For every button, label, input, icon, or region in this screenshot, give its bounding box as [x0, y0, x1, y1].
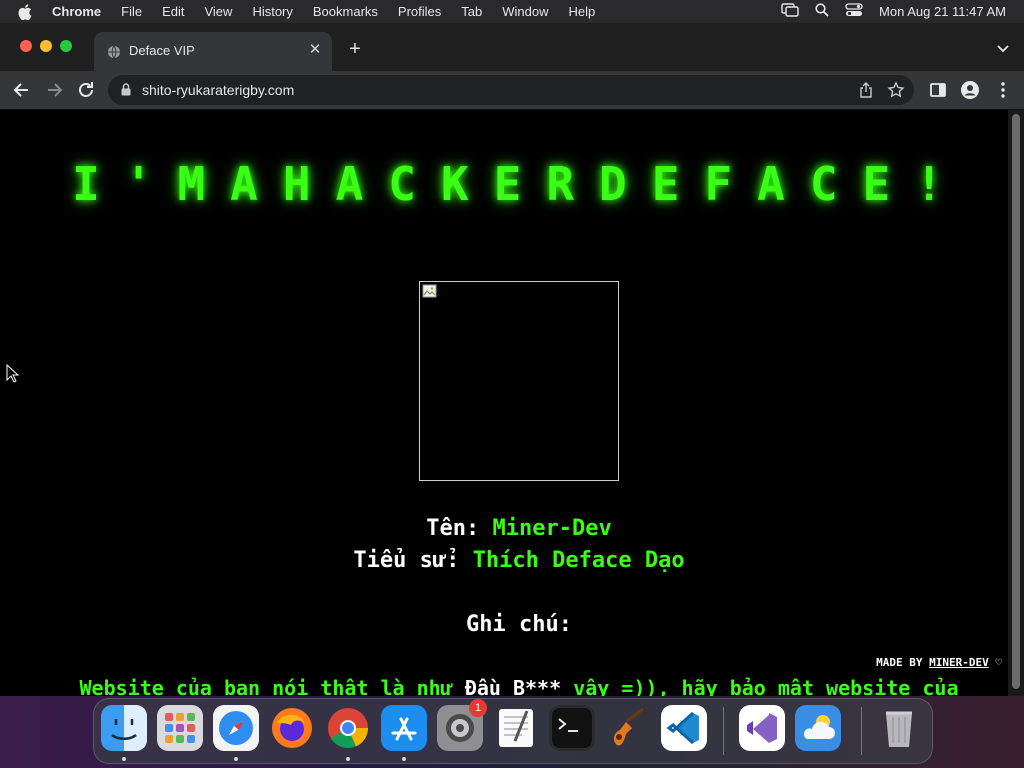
menu-help[interactable]: Help: [569, 4, 596, 19]
garageband-icon[interactable]: [605, 705, 651, 751]
address-bar[interactable]: shito-ryukaraterigby.com: [108, 75, 914, 105]
textedit-icon[interactable]: [493, 705, 539, 751]
tab-title: Deface VIP: [129, 43, 195, 58]
zoom-window-button[interactable]: [60, 40, 72, 52]
vscode-icon[interactable]: [661, 705, 707, 751]
screen-mirroring-icon[interactable]: [781, 3, 799, 20]
made-by-link[interactable]: MINER-DEV: [929, 656, 989, 669]
dock-separator: [723, 707, 724, 755]
mouse-pointer-icon: [6, 363, 20, 384]
settings-notification-badge: 1: [469, 699, 487, 717]
browser-toolbar: shito-ryukaraterigby.com: [0, 71, 1024, 110]
message-end: vậy =)), hãy bảo mật website của: [573, 676, 959, 696]
apple-logo-icon[interactable]: [18, 3, 36, 20]
menu-history[interactable]: History: [252, 4, 292, 19]
message-highlight: Đầu B***: [464, 676, 562, 696]
bookmark-star-icon[interactable]: [887, 81, 905, 99]
app-store-icon[interactable]: [381, 705, 427, 751]
menu-profiles[interactable]: Profiles: [398, 4, 441, 19]
note-label: Ghi chú:: [466, 612, 572, 637]
finder-running-dot: [122, 757, 126, 761]
macos-dock: 1: [93, 698, 933, 764]
bio-label: Tiểu sử:: [353, 548, 460, 573]
safari-icon[interactable]: [213, 705, 259, 751]
heart-icon: ♡: [995, 656, 1002, 669]
weather-icon[interactable]: [795, 705, 841, 751]
app-store-running-dot: [402, 757, 406, 761]
globe-favicon-icon: [107, 45, 121, 59]
chrome-running-dot: [346, 757, 350, 761]
broken-image-placeholder: [419, 281, 619, 481]
safari-running-dot: [234, 757, 238, 761]
bio-value: Thích Deface Dạo: [472, 548, 685, 573]
browser-tab-strip: Deface VIP ✕ +: [0, 23, 1024, 71]
menu-chrome[interactable]: Chrome: [52, 4, 101, 19]
name-label: Tên:: [426, 516, 480, 541]
close-tab-icon[interactable]: ✕: [306, 41, 324, 59]
url-text[interactable]: shito-ryukaraterigby.com: [142, 82, 294, 98]
bio-line: Tiểu sử: Thích Deface Dạo: [0, 548, 1008, 573]
finder-icon[interactable]: [101, 705, 147, 751]
menu-bar-clock[interactable]: Mon Aug 21 11:47 AM: [879, 4, 1006, 19]
spotlight-search-icon[interactable]: [815, 3, 829, 20]
menu-edit[interactable]: Edit: [162, 4, 184, 19]
macos-menu-bar: Chrome File Edit View History Bookmarks …: [0, 0, 1024, 23]
new-tab-button[interactable]: +: [344, 38, 366, 60]
dock-separator-trash: [861, 707, 862, 755]
chrome-icon[interactable]: [325, 705, 371, 751]
menu-window[interactable]: Window: [502, 4, 548, 19]
menu-bookmarks[interactable]: Bookmarks: [313, 4, 378, 19]
broken-image-icon: [422, 284, 438, 300]
deface-message: Website của bạn nói thật là như Đầu B***…: [0, 676, 1008, 696]
menu-file[interactable]: File: [121, 4, 142, 19]
share-icon[interactable]: [858, 82, 874, 98]
minimize-window-button[interactable]: [40, 40, 52, 52]
visual-studio-icon[interactable]: [739, 705, 785, 751]
message-start: Website của bạn nói thật là như: [79, 676, 453, 696]
launchpad-icon[interactable]: [157, 705, 203, 751]
back-arrow-icon[interactable]: [11, 79, 33, 101]
name-line: Tên: Miner-Dev: [0, 516, 1008, 541]
menu-tab[interactable]: Tab: [461, 4, 482, 19]
firefox-icon[interactable]: [269, 705, 315, 751]
window-traffic-lights: [20, 40, 72, 52]
deface-headline: I'MAHACKERDEFACE!: [72, 157, 968, 211]
lock-icon[interactable]: [121, 83, 131, 96]
control-center-icon[interactable]: [845, 3, 863, 20]
active-tab[interactable]: Deface VIP ✕: [94, 32, 332, 71]
web-page-viewport: I'MAHACKERDEFACE! Tên: Miner-Dev Tiểu sử…: [0, 110, 1008, 696]
trash-icon[interactable]: [876, 705, 922, 751]
forward-arrow-icon[interactable]: [43, 79, 65, 101]
close-window-button[interactable]: [20, 40, 32, 52]
scrollbar-thumb[interactable]: [1012, 114, 1020, 689]
made-by-prefix: MADE BY: [876, 656, 923, 669]
made-by-credit: MADE BY MINER-DEV ♡: [876, 656, 1002, 669]
terminal-icon[interactable]: [549, 705, 595, 751]
profile-avatar-icon[interactable]: [960, 80, 980, 100]
menu-view[interactable]: View: [204, 4, 232, 19]
chrome-menu-kebab-icon[interactable]: [993, 80, 1013, 100]
side-panel-icon[interactable]: [928, 80, 948, 100]
name-value: Miner-Dev: [492, 516, 612, 541]
reload-icon[interactable]: [75, 79, 97, 101]
tab-search-chevron-icon[interactable]: [996, 41, 1010, 55]
page-scrollbar[interactable]: [1008, 110, 1024, 696]
note-heading: Ghi chú:: [0, 612, 1008, 637]
